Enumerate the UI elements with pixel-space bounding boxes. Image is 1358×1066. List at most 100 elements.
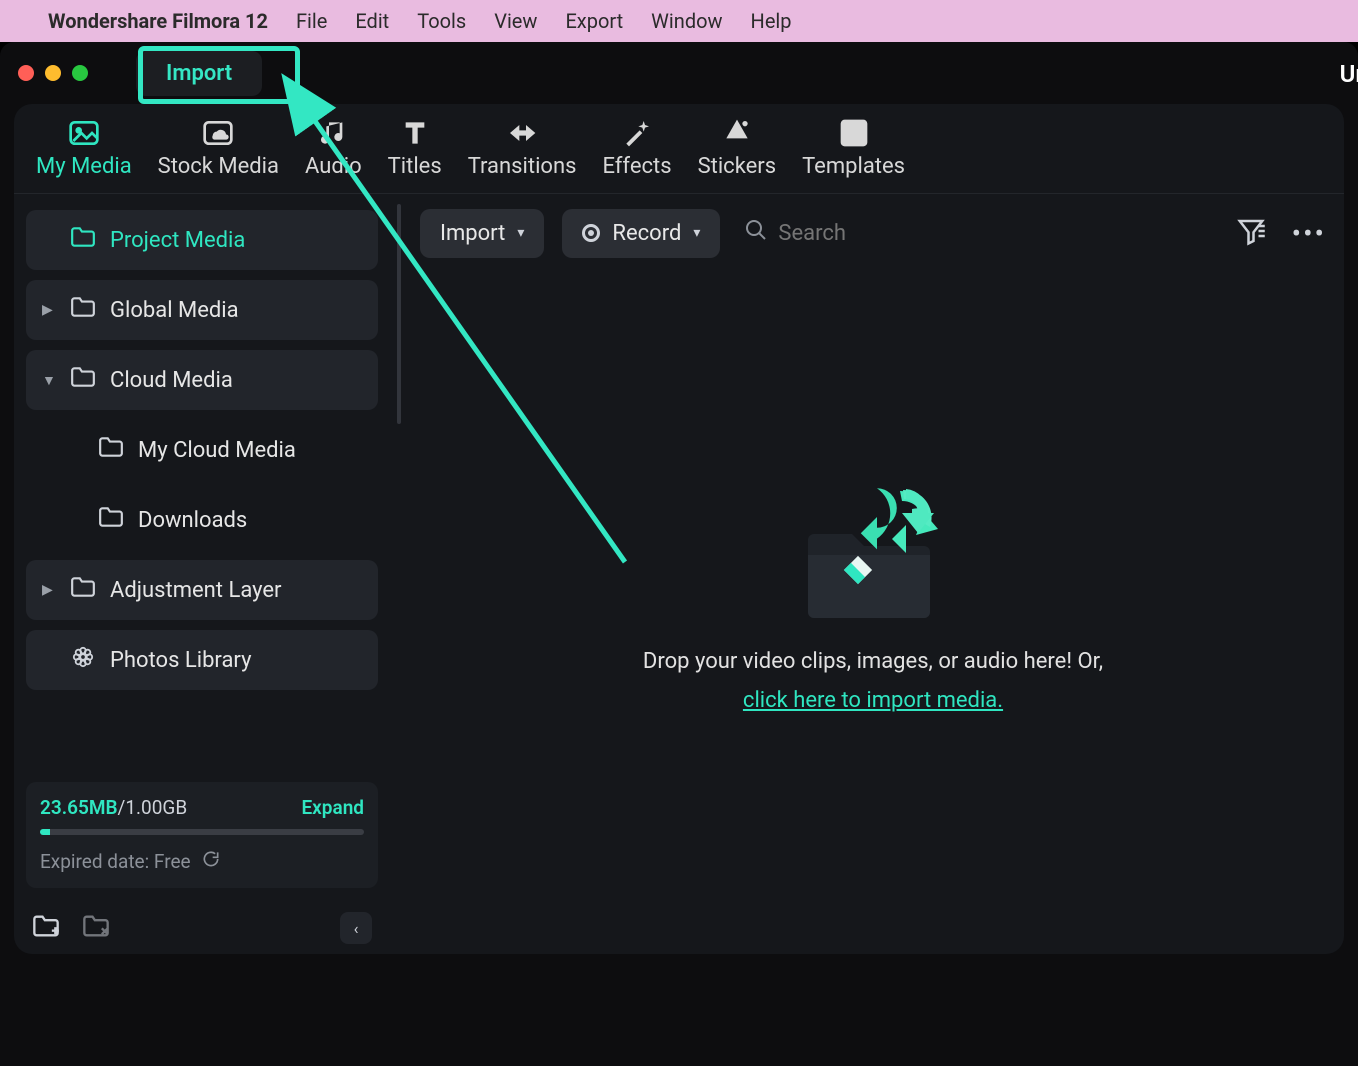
media-panel: My Media Stock Media Audio Titles Transi… — [14, 104, 1344, 954]
caret-down-icon: ▼ — [42, 372, 56, 389]
minimize-window-button[interactable] — [45, 65, 61, 81]
more-options-icon[interactable]: ••• — [1292, 217, 1326, 250]
menu-file[interactable]: File — [296, 9, 327, 33]
tab-templates[interactable]: Templates — [802, 118, 905, 179]
menu-view[interactable]: View — [494, 9, 537, 33]
search-icon — [744, 218, 768, 248]
import-dropdown-button[interactable]: Import ▾ — [420, 209, 544, 258]
panel-splitter[interactable] — [396, 194, 402, 954]
media-sidebar: Project Media ▶ Global Media ▼ Cloud Med… — [14, 194, 396, 954]
tab-my-media[interactable]: My Media — [36, 118, 132, 179]
media-content-area: Import ▾ Record ▾ ••• — [402, 194, 1344, 954]
work-row: Project Media ▶ Global Media ▼ Cloud Med… — [14, 194, 1344, 954]
sidebar-item-label: Adjustment Layer — [110, 578, 282, 603]
caret-right-icon: ▶ — [42, 302, 56, 318]
record-label: Record — [612, 221, 681, 246]
expand-storage-link[interactable]: Expand — [301, 796, 364, 819]
magic-wand-icon — [619, 118, 655, 148]
storage-used: 23.65MB — [40, 796, 118, 819]
sidebar-item-label: Project Media — [110, 228, 245, 253]
tab-audio[interactable]: Audio — [305, 118, 362, 179]
import-media-link[interactable]: click here to import media. — [743, 688, 1003, 713]
chevron-left-icon: ‹ — [354, 919, 359, 938]
storage-expired-text: Expired date: Free — [40, 850, 191, 873]
photos-flower-icon — [70, 646, 96, 674]
new-folder-icon[interactable] — [32, 914, 60, 942]
sidebar-item-global-media[interactable]: ▶ Global Media — [26, 280, 378, 340]
tab-label: Audio — [305, 154, 362, 179]
templates-icon — [836, 118, 872, 148]
titlebar: Import Ur — [0, 42, 1358, 104]
import-button-top[interactable]: Import — [136, 51, 262, 96]
tab-label: My Media — [36, 154, 132, 179]
delete-folder-icon[interactable] — [82, 914, 110, 942]
text-icon — [397, 118, 433, 148]
chevron-down-icon: ▾ — [517, 225, 524, 241]
sidebar-item-photos-library[interactable]: Photos Library — [26, 630, 378, 690]
fullscreen-window-button[interactable] — [72, 65, 88, 81]
tab-transitions[interactable]: Transitions — [468, 118, 577, 179]
folder-icon — [70, 296, 96, 324]
search-field[interactable] — [738, 208, 1217, 258]
tab-label: Transitions — [468, 154, 577, 179]
tab-label: Stock Media — [158, 154, 279, 179]
chevron-down-icon: ▾ — [693, 225, 700, 241]
storage-progress-bar — [40, 829, 364, 835]
tab-titles[interactable]: Titles — [388, 118, 442, 179]
menu-help[interactable]: Help — [751, 9, 792, 33]
music-note-icon — [315, 118, 351, 148]
sidebar-item-label: My Cloud Media — [138, 438, 296, 463]
cloud-icon — [200, 118, 236, 148]
storage-text: 23.65MB/1.00GB — [40, 796, 187, 819]
folder-icon — [70, 366, 96, 394]
tab-label: Templates — [802, 154, 905, 179]
media-drop-area[interactable]: Drop your video clips, images, or audio … — [420, 258, 1326, 940]
menu-window[interactable]: Window — [651, 9, 722, 33]
titlebar-right-text: Ur — [1340, 60, 1358, 88]
import-folder-illustration — [788, 485, 958, 635]
sticker-icon — [719, 118, 755, 148]
menu-edit[interactable]: Edit — [355, 9, 389, 33]
sidebar-item-label: Global Media — [110, 298, 239, 323]
folder-icon — [98, 436, 124, 464]
tab-label: Stickers — [698, 154, 777, 179]
sidebar-item-label: Downloads — [138, 508, 247, 533]
tab-label: Effects — [602, 154, 671, 179]
search-input[interactable] — [778, 221, 1211, 246]
sidebar-item-downloads[interactable]: Downloads — [26, 490, 378, 550]
transitions-icon — [504, 118, 540, 148]
tab-label: Titles — [388, 154, 442, 179]
menubar-app-name[interactable]: Wondershare Filmora 12 — [48, 9, 268, 33]
close-window-button[interactable] — [18, 65, 34, 81]
storage-total: 1.00GB — [125, 796, 187, 819]
folder-icon — [70, 576, 96, 604]
folder-icon — [98, 506, 124, 534]
my-media-icon — [66, 118, 102, 148]
window-controls — [18, 65, 88, 81]
tab-stickers[interactable]: Stickers — [698, 118, 777, 179]
menu-export[interactable]: Export — [565, 9, 623, 33]
sidebar-item-cloud-media[interactable]: ▼ Cloud Media — [26, 350, 378, 410]
caret-right-icon: ▶ — [42, 582, 56, 598]
sidebar-bottom-tools: ‹ — [26, 898, 378, 944]
sidebar-item-label: Cloud Media — [110, 368, 233, 393]
refresh-icon[interactable] — [201, 849, 221, 874]
filter-icon[interactable] — [1236, 216, 1266, 250]
media-tabbar: My Media Stock Media Audio Titles Transi… — [14, 118, 1344, 194]
sidebar-item-label: Photos Library — [110, 648, 252, 673]
media-toolbar: Import ▾ Record ▾ ••• — [420, 208, 1326, 258]
menu-tools[interactable]: Tools — [417, 9, 466, 33]
sidebar-item-project-media[interactable]: Project Media — [26, 210, 378, 270]
app-window: Import Ur My Media Stock Media Audio Tit… — [0, 42, 1358, 1066]
folder-icon — [70, 226, 96, 254]
mac-menubar: Wondershare Filmora 12 File Edit Tools V… — [0, 0, 1358, 42]
record-dropdown-button[interactable]: Record ▾ — [562, 209, 720, 258]
sidebar-item-my-cloud-media[interactable]: My Cloud Media — [26, 420, 378, 480]
tab-effects[interactable]: Effects — [602, 118, 671, 179]
sidebar-item-adjustment-layer[interactable]: ▶ Adjustment Layer — [26, 560, 378, 620]
tab-stock-media[interactable]: Stock Media — [158, 118, 279, 179]
storage-status: 23.65MB/1.00GB Expand Expired date: Free — [26, 782, 378, 888]
record-icon — [582, 224, 600, 242]
collapse-sidebar-button[interactable]: ‹ — [340, 912, 372, 944]
import-label: Import — [440, 221, 505, 246]
